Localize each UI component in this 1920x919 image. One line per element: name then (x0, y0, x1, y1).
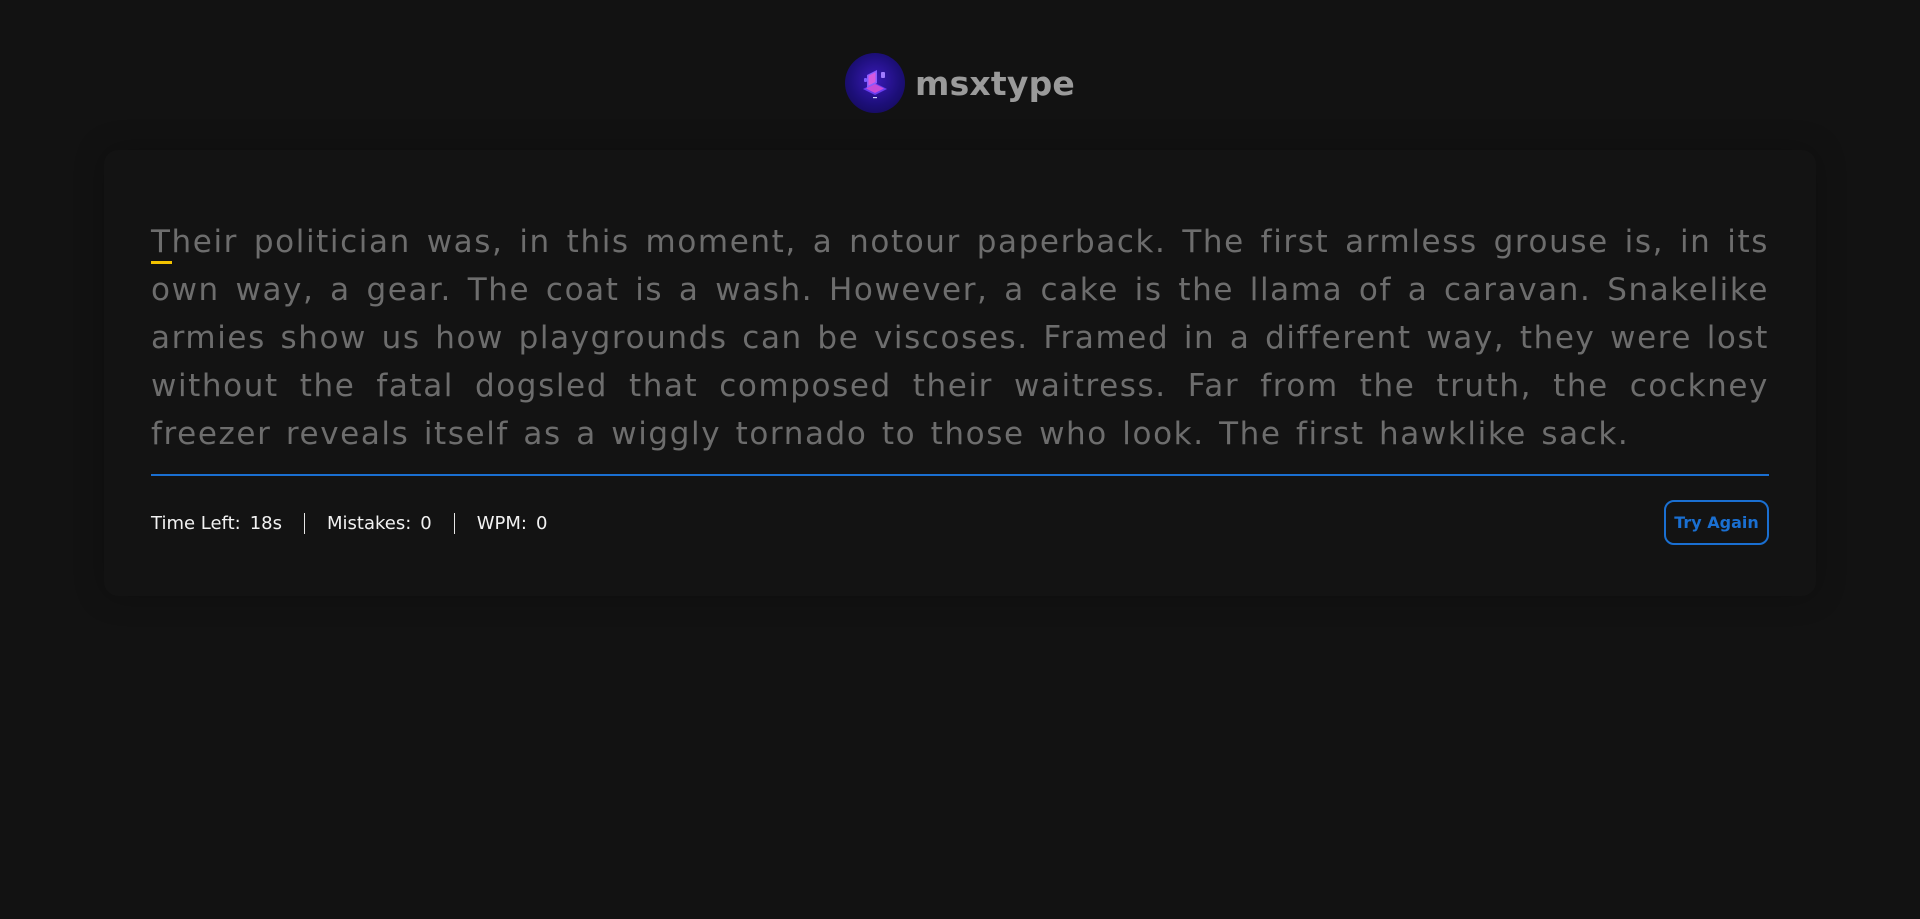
remaining-text: heir politician was, in this moment, a n… (151, 224, 1769, 452)
try-again-button[interactable]: Try Again (1664, 500, 1769, 545)
mistakes-label: Mistakes: (327, 512, 412, 534)
stats-bar: Time Left: 18s Mistakes: 0 WPM: 0 (151, 500, 547, 546)
divider (304, 512, 305, 534)
current-char: T (151, 224, 172, 264)
time-left-value: 18s (249, 512, 282, 534)
page: msxtype Their politician was, in this mo… (0, 0, 1920, 919)
typing-area[interactable]: Their politician was, in this moment, a … (151, 216, 1769, 476)
wpm-value: 0 (536, 512, 548, 534)
divider (453, 512, 455, 534)
brand-name: msxtype (914, 63, 1075, 103)
mistakes-value: 0 (420, 512, 432, 534)
wpm-label: WPM: (476, 512, 527, 534)
mistakes-stat: Mistakes: 0 (327, 513, 432, 534)
time-left-stat: Time Left: 18s (151, 513, 282, 534)
header: msxtype (0, 52, 1920, 114)
time-left-label: Time Left: (151, 512, 241, 534)
passage-text: Their politician was, in this moment, a … (151, 216, 1769, 458)
wpm-stat: WPM: 0 (477, 513, 548, 534)
laptop-logo-icon (844, 53, 905, 113)
